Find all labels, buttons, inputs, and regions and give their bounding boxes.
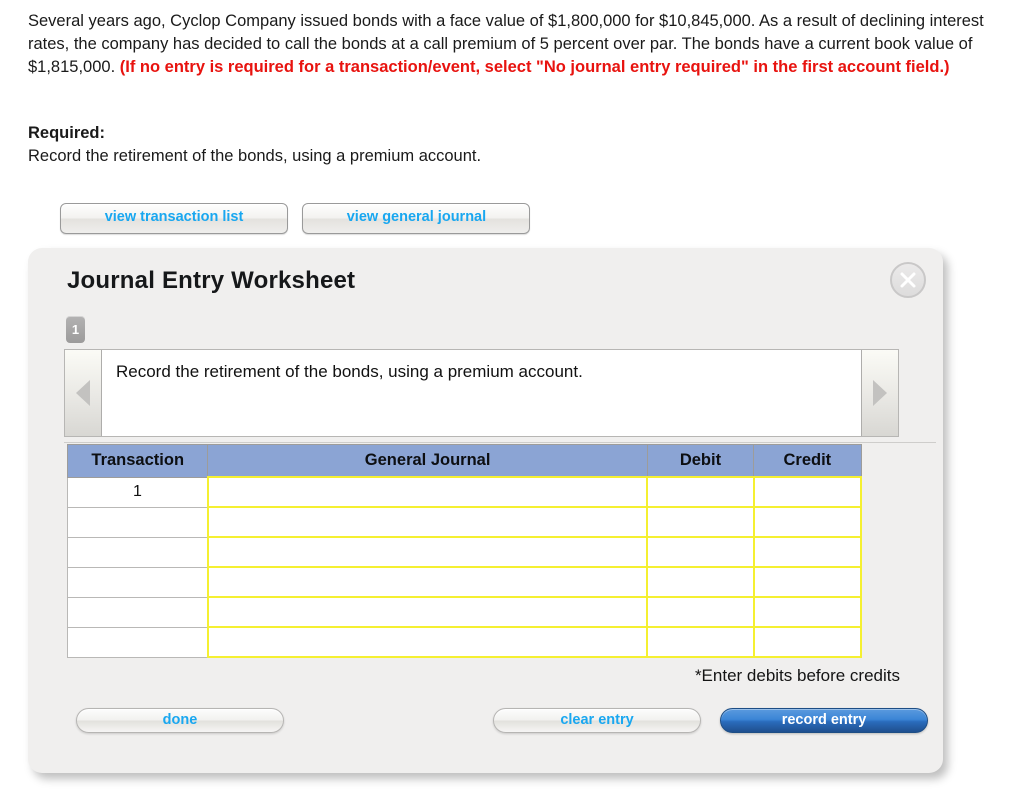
close-icon[interactable] bbox=[890, 262, 926, 298]
triangle-left-icon[interactable] bbox=[65, 350, 102, 436]
table-row: 1 bbox=[66, 476, 863, 508]
instruction-text: Record the retirement of the bonds, usin… bbox=[102, 350, 861, 436]
credit-input-cell[interactable] bbox=[752, 596, 863, 628]
enter-debits-before-credits-note: *Enter debits before credits bbox=[694, 666, 900, 685]
credit-input-cell[interactable] bbox=[752, 566, 863, 598]
triangle-right-icon[interactable] bbox=[861, 350, 898, 436]
problem-statement: Several years ago, Cyclop Company issued… bbox=[28, 10, 1020, 79]
credit-input-cell[interactable] bbox=[752, 506, 863, 538]
column-header-general-journal: General Journal bbox=[207, 444, 648, 478]
table-header-row: Transaction General Journal Debit Credit bbox=[66, 444, 862, 478]
general-journal-input-cell[interactable] bbox=[206, 596, 649, 628]
instruction-strip: Record the retirement of the bonds, usin… bbox=[64, 349, 899, 437]
clear-entry-button[interactable]: clear entry bbox=[493, 708, 701, 733]
table-row bbox=[66, 506, 863, 538]
divider bbox=[64, 442, 936, 443]
column-header-debit: Debit bbox=[646, 444, 755, 478]
worksheet-toolbar: view transaction list view general journ… bbox=[60, 203, 531, 234]
view-general-journal-button[interactable]: view general journal bbox=[302, 203, 531, 234]
table-row bbox=[66, 566, 863, 598]
done-button[interactable]: done bbox=[76, 708, 284, 733]
transaction-number-cell bbox=[66, 626, 209, 658]
required-label: Required: bbox=[28, 124, 106, 142]
debit-input-cell[interactable] bbox=[646, 536, 755, 568]
triangle-right-glyph bbox=[873, 380, 887, 406]
credit-input-cell[interactable] bbox=[752, 476, 863, 508]
view-transaction-list-button[interactable]: view transaction list bbox=[60, 203, 288, 234]
required-block: Required: Record the retirement of the b… bbox=[28, 122, 928, 168]
general-journal-input-cell[interactable] bbox=[206, 476, 649, 508]
transaction-number-cell bbox=[66, 536, 209, 568]
transaction-number-cell bbox=[66, 506, 209, 538]
debit-input-cell[interactable] bbox=[646, 476, 755, 508]
general-journal-input-cell[interactable] bbox=[206, 626, 649, 658]
record-entry-button[interactable]: record entry bbox=[720, 708, 928, 733]
column-header-transaction: Transaction bbox=[66, 444, 209, 478]
journal-entry-worksheet-panel: Journal Entry Worksheet 1 Record the ret… bbox=[28, 248, 943, 773]
debit-input-cell[interactable] bbox=[646, 626, 755, 658]
table-row bbox=[66, 626, 863, 658]
transaction-number-cell: 1 bbox=[66, 476, 209, 508]
credit-input-cell[interactable] bbox=[752, 626, 863, 658]
journal-entry-table: Transaction General Journal Debit Credit… bbox=[66, 444, 863, 658]
credit-input-cell[interactable] bbox=[752, 536, 863, 568]
general-journal-input-cell[interactable] bbox=[206, 536, 649, 568]
triangle-left-glyph bbox=[76, 380, 90, 406]
step-indicator: 1 bbox=[66, 316, 85, 343]
transaction-number-cell bbox=[66, 566, 209, 598]
general-journal-input-cell[interactable] bbox=[206, 506, 649, 538]
table-row bbox=[66, 536, 863, 568]
column-header-credit: Credit bbox=[753, 444, 862, 478]
debit-input-cell[interactable] bbox=[646, 596, 755, 628]
general-journal-input-cell[interactable] bbox=[206, 566, 649, 598]
page-title: Journal Entry Worksheet bbox=[67, 267, 356, 294]
table-row bbox=[66, 596, 863, 628]
required-text: Record the retirement of the bonds, usin… bbox=[28, 147, 482, 165]
problem-red-note: (If no entry is required for a transacti… bbox=[119, 58, 950, 76]
debit-input-cell[interactable] bbox=[646, 506, 755, 538]
debit-input-cell[interactable] bbox=[646, 566, 755, 598]
transaction-number-cell bbox=[66, 596, 209, 628]
